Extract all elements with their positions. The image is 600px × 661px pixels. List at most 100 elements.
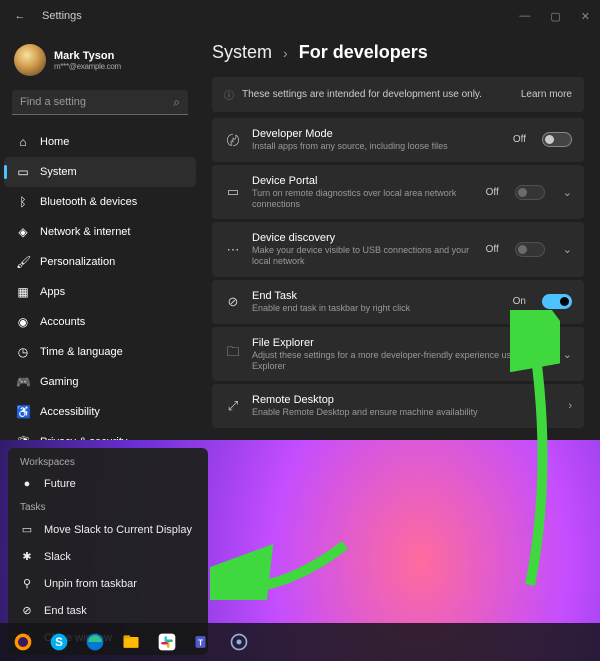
nav-label: Time & language — [40, 346, 123, 358]
nav-icon: ◉ — [16, 315, 30, 329]
toggle-state: Off — [486, 244, 499, 255]
profile[interactable]: Mark Tyson m***@example.com — [4, 40, 196, 90]
nav-item-gaming[interactable]: 🎮 Gaming — [4, 367, 196, 397]
toggle-state: On — [513, 296, 526, 307]
taskbar: S T — [0, 623, 600, 661]
nav-icon: ▭ — [16, 165, 30, 179]
taskbar-teams[interactable]: T — [186, 627, 220, 657]
row-desc: Turn on remote diagnostics over local ar… — [252, 188, 476, 210]
nav-label: Personalization — [40, 256, 115, 268]
chevron-down-icon[interactable]: ⌄ — [563, 243, 572, 256]
chevron-right-icon[interactable]: › — [568, 400, 572, 412]
nav-icon: ◷ — [16, 345, 30, 359]
row-desc: Make your device visible to USB connecti… — [252, 245, 476, 267]
context-tasks-header: Tasks — [8, 497, 208, 516]
context-icon: ▭ — [20, 523, 34, 536]
row-title: End Task — [252, 290, 503, 302]
nav-icon: 🎮 — [16, 375, 30, 389]
taskbar-files[interactable] — [114, 627, 148, 657]
setting-row-developer-mode[interactable]: 〄 Developer ModeInstall apps from any sou… — [212, 118, 584, 162]
context-workspaces-header: Workspaces — [8, 452, 208, 471]
nav-label: Privacy & security — [40, 436, 127, 440]
minimize-button[interactable]: — — [519, 10, 530, 23]
toggle-switch — [515, 242, 545, 257]
setting-row-device-discovery[interactable]: ⋯Device discoveryMake your device visibl… — [212, 222, 584, 277]
nav-item-time-language[interactable]: ◷ Time & language — [4, 337, 196, 367]
toggle-state: Off — [486, 187, 499, 198]
nav-item-network-internet[interactable]: ◈ Network & internet — [4, 217, 196, 247]
row-icon: ⋯ — [224, 242, 242, 258]
annotation-arrow-menu — [210, 540, 350, 600]
banner-text: These settings are intended for developm… — [242, 89, 482, 100]
nav-item-system[interactable]: ▭System — [4, 157, 196, 187]
profile-email: m***@example.com — [54, 62, 121, 71]
nav-item-personalization[interactable]: 🖌 Personalization — [4, 247, 196, 277]
setting-row-end-task[interactable]: ⊘End TaskEnable end task in taskbar by r… — [212, 280, 584, 324]
row-title: Developer Mode — [252, 128, 503, 140]
row-icon: 〄 — [224, 130, 242, 149]
context-item-label: Unpin from taskbar — [44, 578, 137, 590]
window-controls: — ▢ ✕ — [519, 10, 590, 23]
context-icon: ⊘ — [20, 604, 34, 617]
maximize-button[interactable]: ▢ — [550, 10, 560, 23]
row-icon: 🗀 — [224, 343, 242, 365]
close-button[interactable]: ✕ — [581, 10, 590, 23]
toggle-switch[interactable] — [542, 294, 572, 309]
context-item-end-task[interactable]: ⊘ End task — [8, 597, 208, 624]
row-icon: ⤢ — [224, 398, 242, 414]
titlebar: ← Settings — ▢ ✕ — [0, 0, 600, 32]
context-item-move-slack-to-current-display[interactable]: ▭Move Slack to Current Display — [8, 516, 208, 543]
breadcrumb: System › For developers — [212, 42, 584, 63]
taskbar-settings[interactable] — [222, 627, 256, 657]
breadcrumb-parent[interactable]: System — [212, 42, 272, 62]
taskbar-firefox[interactable] — [6, 627, 40, 657]
toggle-state: Off — [513, 134, 526, 145]
window-title: Settings — [42, 10, 82, 22]
nav-item-accessibility[interactable]: ♿Accessibility — [4, 397, 196, 427]
nav-item-apps[interactable]: ▦Apps — [4, 277, 196, 307]
back-button[interactable]: ← — [10, 10, 30, 22]
context-item-unpin-from-taskbar[interactable]: ⚲Unpin from taskbar — [8, 570, 208, 597]
nav-icon: ◈ — [16, 225, 30, 239]
svg-text:S: S — [55, 636, 63, 649]
nav-icon: 🖌 — [16, 255, 30, 269]
taskbar-slack[interactable] — [150, 627, 184, 657]
setting-row-file-explorer[interactable]: 🗀 File ExplorerAdjust these settings for … — [212, 327, 584, 382]
row-icon: ▭ — [224, 184, 242, 200]
context-item-slack[interactable]: ✱Slack — [8, 543, 208, 570]
row-title: File Explorer — [252, 337, 545, 349]
workspace-icon: ● — [20, 478, 34, 490]
nav-icon: ⌂ — [16, 135, 30, 149]
nav-label: Gaming — [40, 376, 79, 388]
context-workspace-item[interactable]: ● Future — [8, 471, 208, 497]
setting-row-remote-desktop[interactable]: ⤢Remote DesktopEnable Remote Desktop and… — [212, 384, 584, 428]
nav-icon: 🛡 — [16, 435, 30, 440]
row-desc: Adjust these settings for a more develop… — [252, 350, 545, 372]
taskbar-edge[interactable] — [78, 627, 112, 657]
info-icon: ⓘ — [224, 87, 234, 102]
row-title: Device Portal — [252, 175, 476, 187]
row-desc: Install apps from any source, including … — [252, 141, 503, 152]
nav-item-bluetooth-devices[interactable]: ᛒBluetooth & devices — [4, 187, 196, 217]
nav-item-home[interactable]: ⌂Home — [4, 127, 196, 157]
search-input[interactable] — [12, 90, 188, 115]
taskbar-skype[interactable]: S — [42, 627, 76, 657]
nav-label: Network & internet — [40, 226, 130, 238]
row-icon: ⊘ — [224, 294, 242, 310]
nav-label: Accessibility — [40, 406, 100, 418]
sidebar: Mark Tyson m***@example.com ⌕ ⌂Home▭Syst… — [0, 32, 200, 440]
learn-more-link[interactable]: Learn more — [521, 89, 572, 100]
chevron-down-icon[interactable]: ⌄ — [563, 348, 572, 361]
svg-text:T: T — [198, 637, 203, 647]
nav-item-privacy-security[interactable]: 🛡 Privacy & security — [4, 427, 196, 440]
row-title: Remote Desktop — [252, 394, 550, 406]
context-item-label: End task — [44, 605, 87, 617]
chevron-down-icon[interactable]: ⌄ — [563, 186, 572, 199]
nav-label: Bluetooth & devices — [40, 196, 137, 208]
setting-row-device-portal[interactable]: ▭ Device PortalTurn on remote diagnostics… — [212, 165, 584, 220]
nav-item-accounts[interactable]: ◉Accounts — [4, 307, 196, 337]
context-item-label: Slack — [44, 551, 71, 563]
toggle-switch[interactable] — [542, 132, 572, 147]
nav-icon: ▦ — [16, 285, 30, 299]
chevron-right-icon: › — [283, 45, 288, 61]
